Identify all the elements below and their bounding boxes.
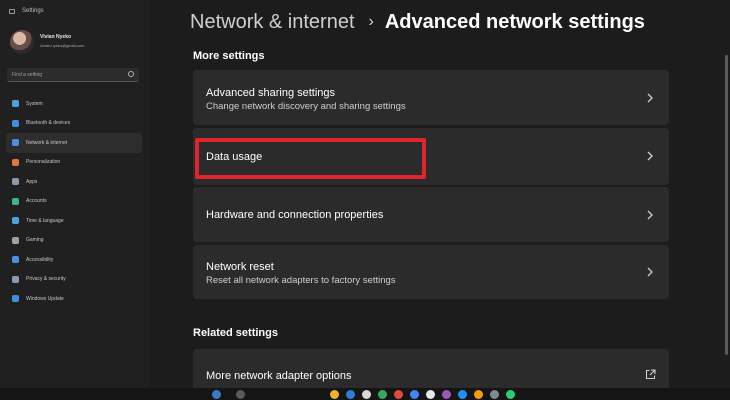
chevron-right-icon: › — [368, 13, 374, 30]
user-email: vivian.nyeko@gmail.com — [40, 43, 85, 48]
gamepad-icon — [12, 236, 19, 244]
breadcrumb: Network & internet › Advanced network se… — [190, 7, 645, 37]
person-icon — [12, 197, 19, 205]
sidebar-item-bluetooth[interactable]: Bluetooth & devices — [6, 114, 142, 134]
search-icon — [128, 71, 134, 77]
card-title: More network adapter options — [206, 370, 352, 382]
app-title: Settings — [22, 8, 44, 14]
breadcrumb-parent-link[interactable]: Network & internet — [190, 11, 355, 34]
start-icon[interactable] — [212, 390, 221, 399]
external-link-icon — [645, 369, 656, 380]
edge-icon[interactable] — [346, 390, 355, 399]
app-icon[interactable] — [378, 390, 387, 399]
app-icon[interactable] — [506, 390, 515, 399]
sidebar-item-network[interactable]: Network & internet — [6, 133, 142, 153]
network-reset-card[interactable]: Network reset Reset all network adapters… — [193, 245, 669, 299]
sidebar-item-label: Accounts — [26, 198, 47, 205]
sidebar-item-label: Personalization — [26, 159, 61, 166]
sidebar-item-privacy[interactable]: Privacy & security — [6, 270, 142, 290]
sidebar-item-label: Privacy & security — [26, 276, 66, 283]
update-icon — [12, 295, 19, 303]
sidebar-item-label: Bluetooth & devices — [26, 120, 71, 127]
settings-icon[interactable] — [490, 390, 499, 399]
chevron-right-icon — [647, 93, 653, 103]
search-placeholder: Find a setting — [12, 72, 43, 78]
section-label-more-settings: More settings — [193, 50, 265, 62]
highlight-box — [195, 138, 426, 179]
sidebar-item-label: Apps — [26, 178, 38, 185]
sidebar-item-label: Gaming — [26, 237, 44, 244]
sidebar-item-label: Time & language — [26, 217, 64, 224]
app-icon[interactable] — [442, 390, 451, 399]
wifi-icon — [12, 139, 19, 147]
chevron-right-icon — [647, 210, 653, 220]
chevron-right-icon — [647, 267, 653, 277]
bluetooth-icon — [12, 119, 19, 127]
app-icon[interactable] — [458, 390, 467, 399]
chevron-right-icon — [647, 151, 653, 161]
card-title: Network reset — [206, 261, 274, 273]
sidebar-item-label: System — [26, 100, 43, 107]
back-icon[interactable] — [9, 9, 15, 14]
sidebar-item-label: Network & internet — [26, 139, 68, 146]
page-title: Advanced network settings — [384, 10, 645, 33]
scrollbar[interactable] — [725, 55, 728, 355]
app-icon[interactable] — [394, 390, 403, 399]
search-icon[interactable] — [236, 390, 245, 399]
sidebar-item-personalization[interactable]: Personalization — [6, 153, 142, 173]
card-description: Reset all network adapters to factory se… — [206, 275, 396, 286]
avatar[interactable] — [10, 30, 34, 54]
card-description: Change network discovery and sharing set… — [206, 101, 406, 112]
sidebar-item-windows-update[interactable]: Windows Update — [6, 289, 142, 309]
sidebar-item-accessibility[interactable]: Accessibility — [6, 250, 142, 270]
system-icon — [12, 100, 19, 108]
sidebar-item-accounts[interactable]: Accounts — [6, 192, 142, 212]
shield-icon — [12, 275, 19, 283]
apps-icon — [12, 178, 19, 186]
sidebar: Settings Vivian Nyeko vivian.nyeko@gmail… — [0, 0, 150, 400]
hardware-connection-properties-card[interactable]: Hardware and connection properties — [193, 187, 669, 242]
sidebar-item-gaming[interactable]: Gaming — [6, 231, 142, 251]
file-explorer-icon[interactable] — [330, 390, 339, 399]
search-input[interactable]: Find a setting — [7, 68, 139, 82]
store-icon[interactable] — [362, 390, 371, 399]
sidebar-item-time-language[interactable]: Time & language — [6, 211, 142, 231]
card-title: Hardware and connection properties — [206, 209, 384, 221]
user-name: Vivian Nyeko — [40, 34, 72, 40]
card-title: Advanced sharing settings — [206, 87, 336, 99]
section-label-related-settings: Related settings — [193, 327, 278, 339]
accessibility-icon — [12, 256, 19, 264]
app-icon[interactable] — [474, 390, 483, 399]
advanced-sharing-settings-card[interactable]: Advanced sharing settings Change network… — [193, 70, 669, 125]
sidebar-item-apps[interactable]: Apps — [6, 172, 142, 192]
globe-clock-icon — [12, 217, 19, 225]
sidebar-item-label: Windows Update — [26, 295, 64, 302]
sidebar-item-system[interactable]: System — [6, 94, 142, 114]
sidebar-item-label: Accessibility — [26, 256, 54, 263]
chrome-icon[interactable] — [410, 390, 419, 399]
brush-icon — [12, 158, 19, 166]
app-icon[interactable] — [426, 390, 435, 399]
sidebar-nav: System Bluetooth & devices Network & int… — [6, 94, 142, 309]
